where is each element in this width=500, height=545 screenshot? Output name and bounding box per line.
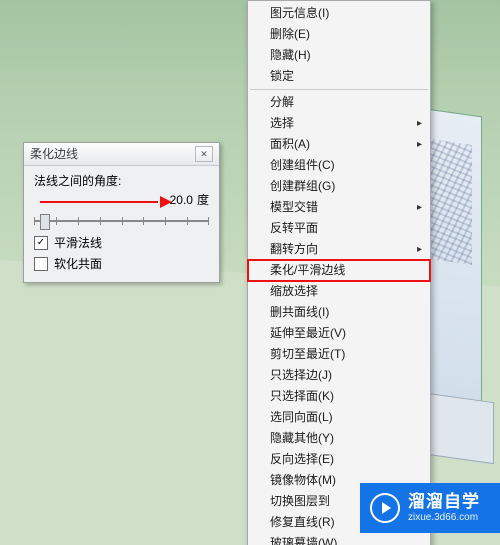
menu-item[interactable]: 玻璃幕墙(W) xyxy=(248,533,430,545)
menu-item[interactable]: 反转平面 xyxy=(248,218,430,239)
menu-item[interactable]: 分解 xyxy=(248,92,430,113)
angle-label: 法线之间的角度: xyxy=(34,172,209,189)
menu-item[interactable]: 反向选择(E) xyxy=(248,449,430,470)
angle-slider[interactable] xyxy=(34,212,209,230)
menu-item[interactable]: 柔化/平滑边线 xyxy=(248,260,430,281)
menu-item[interactable]: 锁定 xyxy=(248,66,430,87)
smooth-normals-checkbox[interactable]: ✓ xyxy=(34,236,48,250)
menu-item[interactable]: 只选择面(K) xyxy=(248,386,430,407)
watermark-brand: 溜溜自学 xyxy=(408,493,480,512)
menu-item[interactable]: 缩放选择 xyxy=(248,281,430,302)
panel-titlebar[interactable]: 柔化边线 ✕ xyxy=(24,143,219,166)
smooth-normals-label: 平滑法线 xyxy=(54,234,102,251)
menu-item[interactable]: 隐藏其他(Y) xyxy=(248,428,430,449)
panel-title-text: 柔化边线 xyxy=(30,143,78,165)
panel-body: 法线之间的角度: 20.0 度 ✓ 平滑法线 xyxy=(24,166,219,282)
menu-item[interactable]: 面积(A) xyxy=(248,134,430,155)
menu-item[interactable]: 翻转方向 xyxy=(248,239,430,260)
close-icon[interactable]: ✕ xyxy=(195,146,213,162)
sketchup-viewport[interactable]: 柔化边线 ✕ 法线之间的角度: 20.0 度 xyxy=(0,0,500,545)
menu-item[interactable]: 图元信息(I) xyxy=(248,3,430,24)
menu-item[interactable]: 创建群组(G) xyxy=(248,176,430,197)
context-menu[interactable]: 图元信息(I)删除(E)隐藏(H)锁定分解选择面积(A)创建组件(C)创建群组(… xyxy=(247,0,431,545)
angle-value: 20.0 xyxy=(170,193,193,207)
menu-item[interactable]: 创建组件(C) xyxy=(248,155,430,176)
soften-coplanar-label: 软化共面 xyxy=(54,255,102,272)
play-icon xyxy=(370,493,400,523)
menu-item[interactable]: 删除(E) xyxy=(248,24,430,45)
watermark-url: zixue.3d66.com xyxy=(408,512,480,523)
menu-item[interactable]: 删共面线(I) xyxy=(248,302,430,323)
soften-edges-panel[interactable]: 柔化边线 ✕ 法线之间的角度: 20.0 度 xyxy=(23,142,220,283)
slider-thumb[interactable] xyxy=(40,214,50,230)
menu-item[interactable]: 剪切至最近(T) xyxy=(248,344,430,365)
menu-item[interactable]: 模型交错 xyxy=(248,197,430,218)
angle-unit: 度 xyxy=(197,191,209,208)
watermark-badge: 溜溜自学 zixue.3d66.com xyxy=(360,483,500,533)
menu-item[interactable]: 只选择边(J) xyxy=(248,365,430,386)
menu-item[interactable]: 隐藏(H) xyxy=(248,45,430,66)
menu-item[interactable]: 选同向面(L) xyxy=(248,407,430,428)
menu-item[interactable]: 延伸至最近(V) xyxy=(248,323,430,344)
menu-separator xyxy=(250,89,428,90)
soften-coplanar-checkbox[interactable] xyxy=(34,257,48,271)
menu-item[interactable]: 选择 xyxy=(248,113,430,134)
